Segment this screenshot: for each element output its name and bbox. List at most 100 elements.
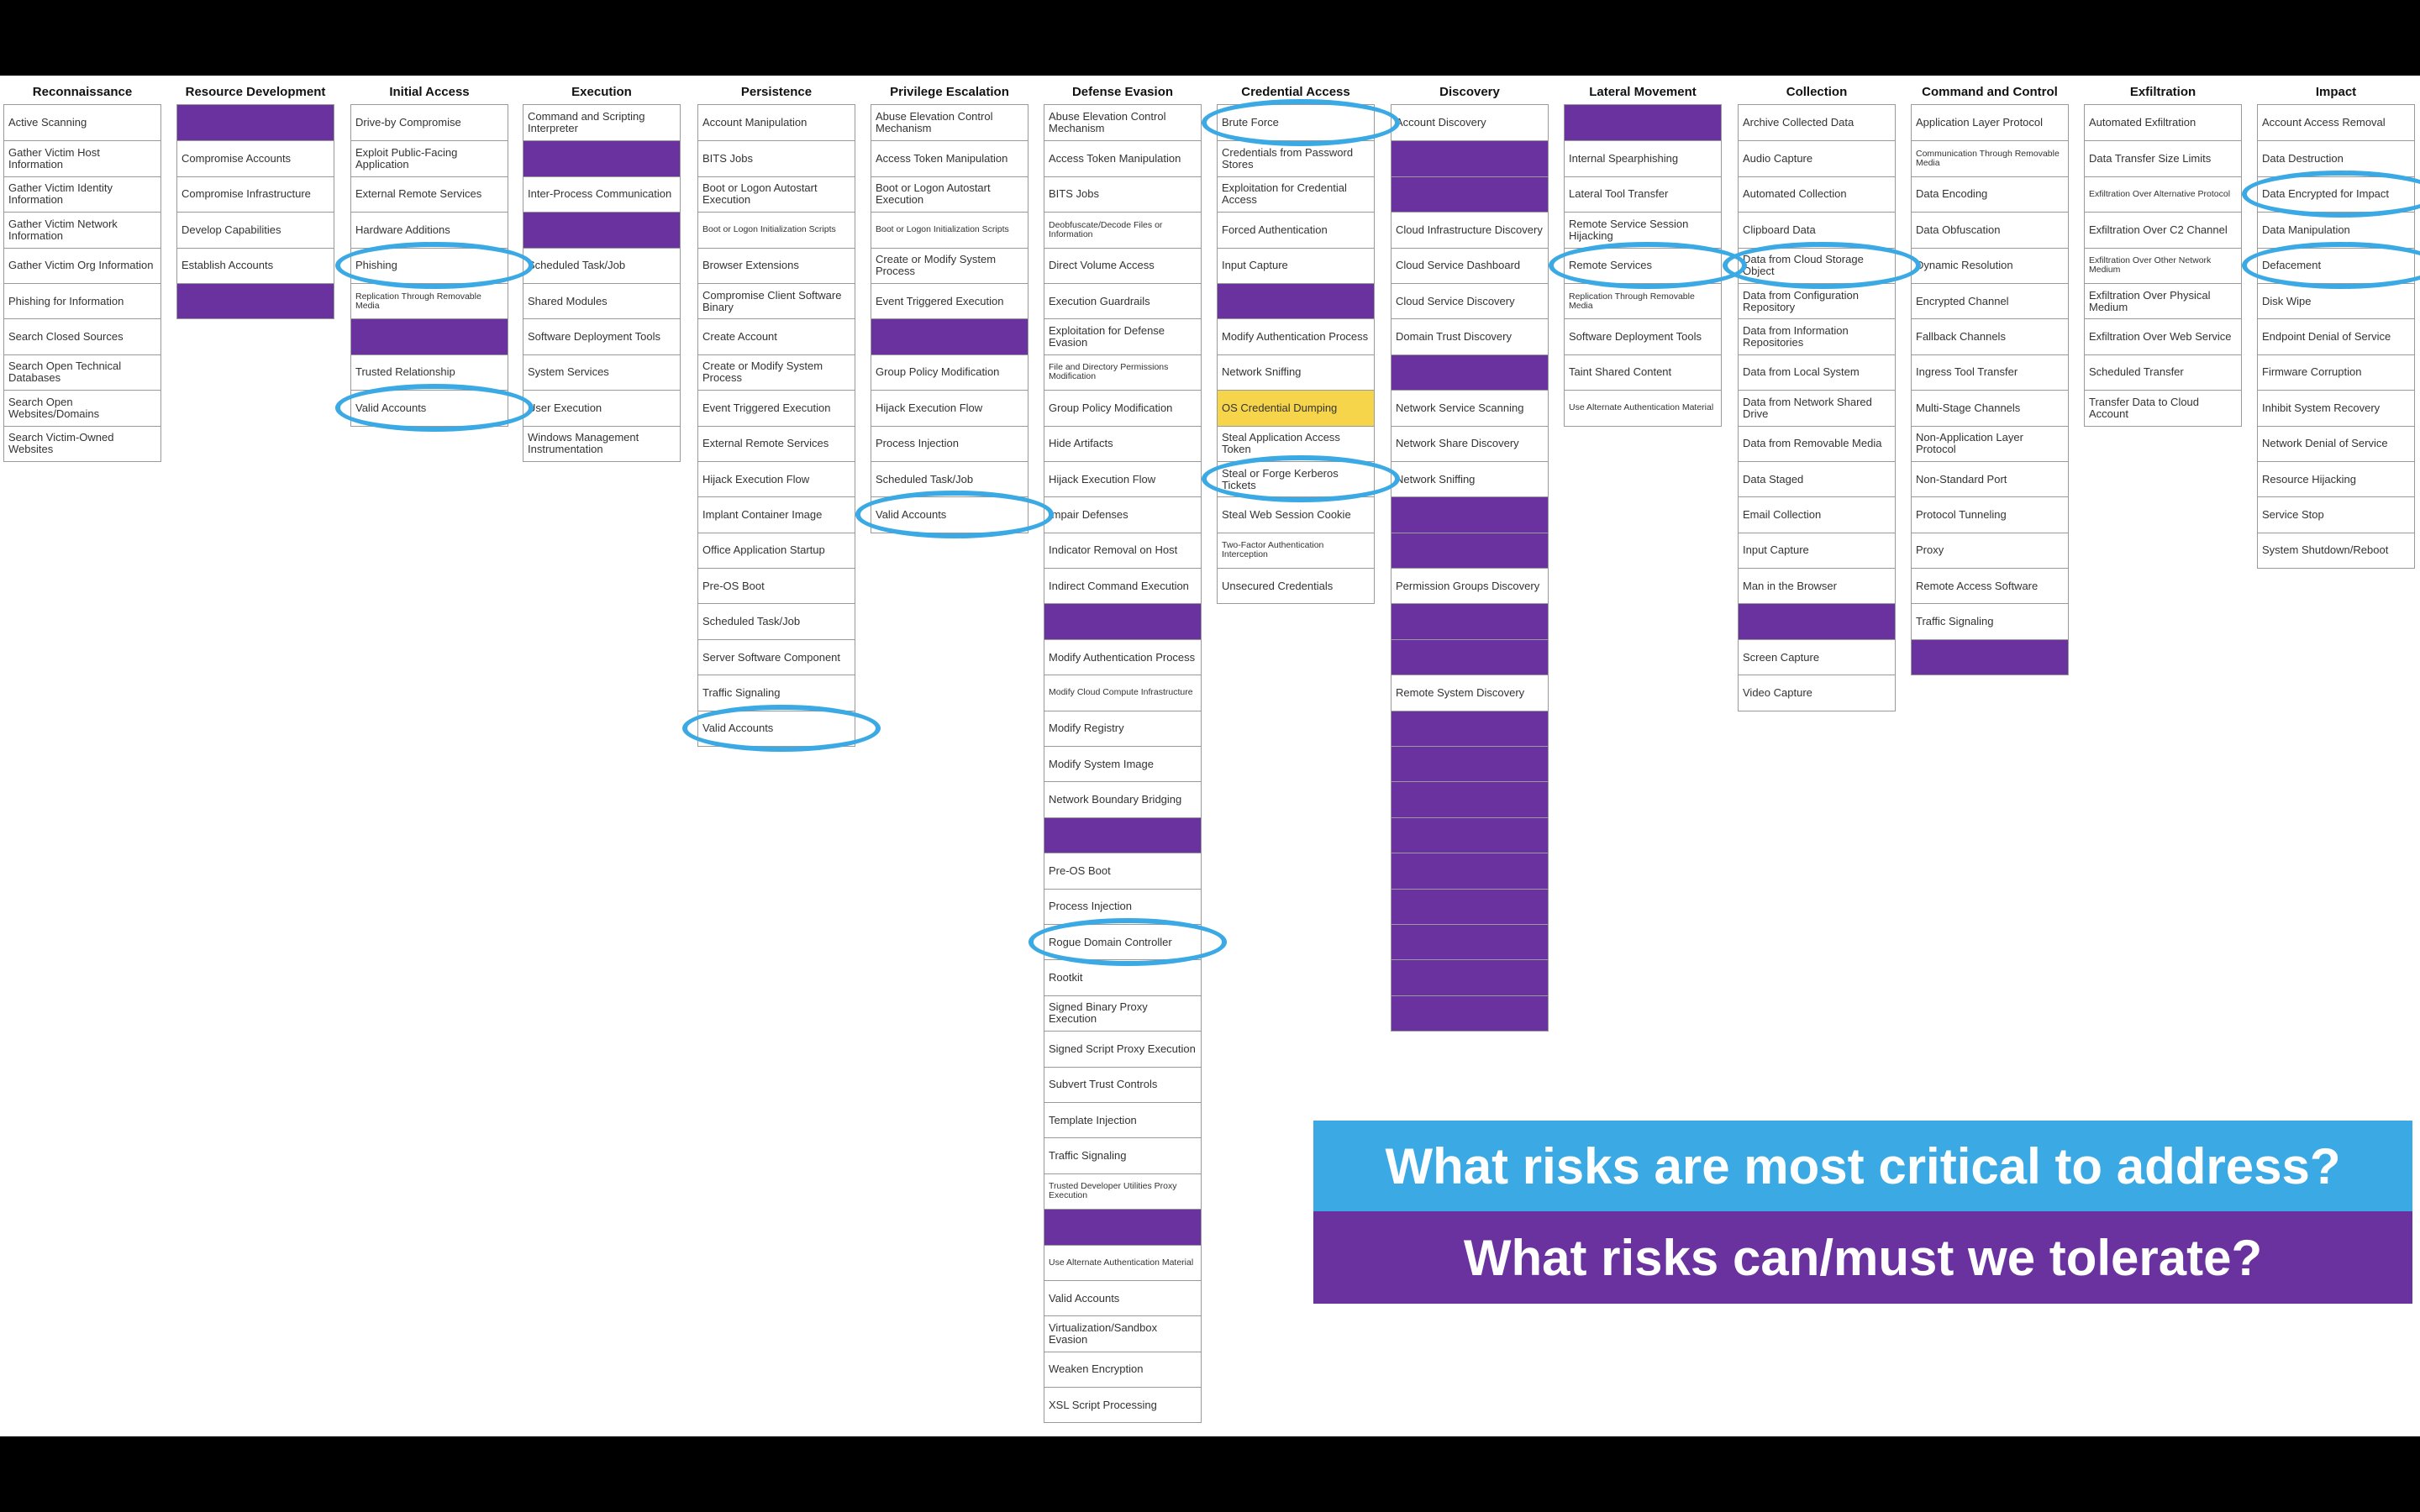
tactic-header: Persistence: [740, 84, 813, 99]
tactic-header: Reconnaissance: [32, 84, 133, 99]
technique-cell: Encrypted Channel: [1912, 282, 2068, 318]
technique-cell: Remote System Discovery: [1392, 675, 1548, 710]
technique-cell-blocked: [1044, 1209, 1201, 1245]
technique-cell-blocked: [523, 212, 680, 248]
technique-cell-blocked: [177, 282, 334, 319]
technique-cell: Access Token Manipulation: [1044, 140, 1201, 176]
technique-cell: Disk Wipe: [2258, 282, 2414, 318]
technique-cell: Network Share Discovery: [1392, 425, 1548, 461]
technique-cell: Traffic Signaling: [1912, 603, 2068, 638]
technique-cell-blocked: [1392, 781, 1548, 817]
technique-cell: Automated Exfiltration: [2089, 116, 2196, 129]
technique-cell: Modify Cloud Compute Infrastructure: [1044, 675, 1201, 710]
technique-cell-blocked: [177, 105, 334, 141]
technique-cell: Non-Application Layer Protocol: [1912, 425, 2068, 461]
technique-cell: External Remote Services: [351, 176, 508, 212]
technique-cell: Compromise Client Software Binary: [698, 282, 855, 318]
technique-list: Active Scanning Gather Victim Host Inform…: [3, 104, 161, 462]
technique-cell: Network Sniffing: [1392, 460, 1548, 496]
technique-cell: Valid Accounts: [1044, 1279, 1201, 1315]
tolerate-risks-question: What risks can/must we tolerate?: [1313, 1211, 2412, 1304]
technique-cell: Scheduled Task/Job: [523, 247, 680, 283]
tactic-header: Privilege Escalation: [890, 84, 1009, 99]
technique-cell: Remote Access Software: [1912, 568, 2068, 603]
technique-cell: Rootkit: [1044, 959, 1201, 995]
technique-cell-blocked: [1044, 816, 1201, 853]
technique-cell: Exploitation for Defense Evasion: [1044, 318, 1201, 354]
technique-cell: BITS Jobs: [1044, 176, 1201, 212]
technique-cell: Gather Victim Identity Information: [4, 176, 160, 212]
technique-cell: Use Alternate Authentication Material: [1044, 1244, 1201, 1280]
technique-cell: Endpoint Denial of Service: [2258, 318, 2414, 354]
technique-cell-blocked: [1912, 638, 2068, 675]
technique-cell: Inhibit System Recovery: [2258, 390, 2414, 425]
technique-cell: Drive-by Compromise: [355, 116, 461, 129]
technique-cell: Gather Victim Org Information: [4, 247, 160, 283]
technique-cell: Steal or Forge Kerberos Tickets: [1218, 460, 1374, 496]
tactic-header: Collection: [1786, 84, 1848, 99]
technique-cell: Multi-Stage Channels: [1912, 390, 2068, 425]
technique-cell: Remote Service Session Hijacking: [1565, 212, 1721, 247]
tactic-header: Defense Evasion: [1071, 84, 1174, 99]
tactic-header: Initial Access: [389, 84, 470, 99]
technique-cell: Gather Victim Host Information: [4, 140, 160, 176]
technique-cell-blocked: [1392, 496, 1548, 533]
technique-list: Account Manipulation BITS Jobs Boot or Log…: [697, 104, 855, 748]
technique-cell-blocked: [1392, 746, 1548, 782]
technique-cell: Hide Artifacts: [1044, 425, 1201, 461]
technique-cell: Scheduled Task/Job: [871, 460, 1028, 496]
technique-cell: Create Account: [698, 318, 855, 354]
technique-cell: Exfiltration Over Web Service: [2085, 318, 2241, 354]
technique-cell: Data from Removable Media: [1739, 425, 1895, 461]
technique-cell: Browser Extensions: [698, 247, 855, 283]
technique-cell: Indirect Command Execution: [1044, 568, 1201, 603]
technique-cell-blocked: [1392, 995, 1548, 1032]
technique-cell: Application Layer Protocol: [1916, 116, 2044, 129]
technique-cell: Trusted Developer Utilities Proxy Execut…: [1044, 1173, 1201, 1209]
technique-cell: Phishing: [351, 247, 508, 283]
technique-cell: Clipboard Data: [1739, 212, 1895, 247]
technique-cell: Cloud Service Discovery: [1392, 282, 1548, 318]
technique-cell: Direct Volume Access: [1044, 247, 1201, 283]
technique-cell: Develop Capabilities: [177, 212, 334, 247]
technique-cell: Create or Modify System Process: [871, 247, 1028, 283]
technique-list: Archive Collected Data Audio Capture Autom…: [1738, 104, 1896, 711]
technique-cell: Process Injection: [1044, 888, 1201, 924]
technique-list: Automated Exfiltration Data Transfer Size…: [2084, 104, 2242, 427]
technique-cell: Hijack Execution Flow: [1044, 460, 1201, 496]
technique-cell: Valid Accounts: [351, 390, 508, 425]
technique-cell: Hijack Execution Flow: [871, 390, 1028, 425]
technique-cell: Data Transfer Size Limits: [2085, 140, 2241, 176]
technique-cell: Transfer Data to Cloud Account: [2085, 390, 2241, 425]
technique-cell: Service Stop: [2258, 496, 2414, 532]
technique-cell: Abuse Elevation Control Mechanism: [876, 110, 993, 135]
technique-cell-blocked: [1392, 923, 1548, 960]
technique-cell: Screen Capture: [1739, 638, 1895, 675]
technique-cell: Trusted Relationship: [351, 354, 508, 390]
technique-cell-blocked: [1392, 603, 1548, 639]
technique-cell: Phishing for Information: [4, 282, 160, 318]
technique-cell: Defacement: [2258, 247, 2414, 283]
technique-cell: Modify Authentication Process: [1218, 318, 1374, 354]
technique-cell-blocked: [1392, 176, 1548, 213]
technique-cell: Exploitation for Credential Access: [1218, 176, 1374, 212]
technique-cell: Exfiltration Over Alternative Protocol: [2085, 176, 2241, 212]
technique-cell-blocked: [1392, 354, 1548, 391]
technique-cell: Inter-Process Communication: [523, 176, 680, 212]
technique-cell: Fallback Channels: [1912, 318, 2068, 354]
technique-cell: Group Policy Modification: [1044, 390, 1201, 425]
technique-cell: Virtualization/Sandbox Evasion: [1044, 1315, 1201, 1351]
technique-cell: Steal Web Session Cookie: [1218, 496, 1374, 532]
technique-cell-blocked: [1392, 532, 1548, 569]
technique-list: Application Layer Protocol Communication …: [1911, 104, 2069, 676]
technique-cell: Windows Management Instrumentation: [523, 425, 680, 461]
technique-cell: Template Injection: [1044, 1101, 1201, 1137]
technique-cell: Exploit Public-Facing Application: [351, 140, 508, 176]
technique-cell: Modify Registry: [1044, 710, 1201, 746]
tactic-header: Command and Control: [1922, 84, 2058, 99]
technique-cell-blocked: [1392, 140, 1548, 176]
question-banner: What risks are most critical to address?…: [1313, 1121, 2412, 1304]
technique-cell: Weaken Encryption: [1044, 1351, 1201, 1387]
technique-cell-blocked: [1044, 603, 1201, 639]
technique-cell: Replication Through Removable Media: [351, 282, 508, 318]
